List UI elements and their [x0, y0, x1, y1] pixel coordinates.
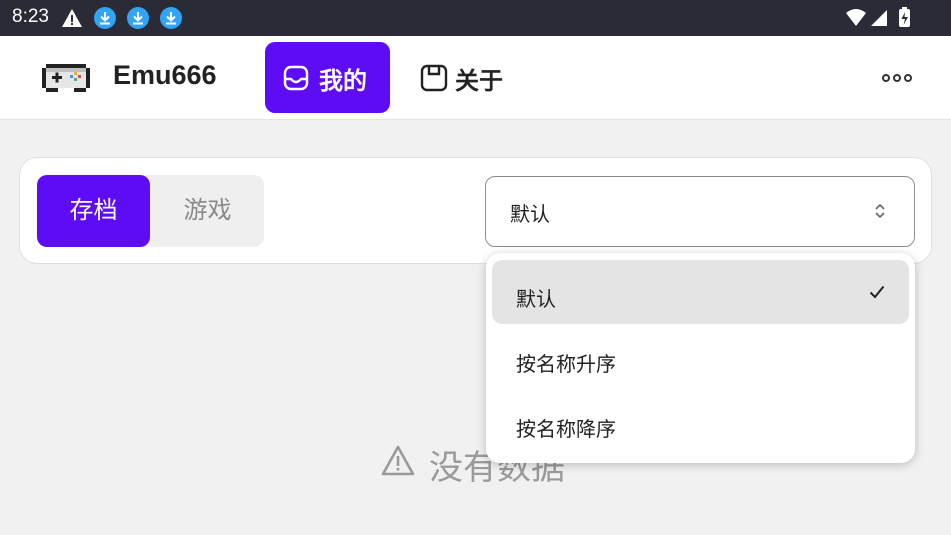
- sort-select[interactable]: 默认: [485, 176, 915, 247]
- nav-tab-mine[interactable]: 我的: [265, 42, 390, 113]
- segment-saves[interactable]: 存档: [37, 175, 150, 247]
- app-title: Emu666: [113, 60, 217, 90]
- more-dot-icon: [904, 74, 912, 82]
- more-dot-icon: [882, 74, 890, 82]
- gamepad-logo-icon: [38, 60, 94, 98]
- sort-option-default[interactable]: 默认: [492, 260, 909, 324]
- sort-select-value: 默认: [510, 202, 550, 226]
- warning-outline-icon: [380, 444, 416, 482]
- segmented-control: 存档 游戏: [37, 175, 264, 247]
- sort-option-label: 按名称降序: [516, 417, 616, 441]
- inbox-tray-icon: [283, 65, 309, 95]
- nav-tab-about[interactable]: 关于: [404, 42, 524, 113]
- more-dot-icon: [893, 74, 901, 82]
- sort-option-label: 默认: [516, 287, 556, 311]
- sort-dropdown-menu: 默认 按名称升序 按名称降序: [486, 253, 915, 463]
- save-disk-icon: [420, 64, 448, 96]
- status-bar: 8:23: [0, 0, 951, 36]
- sort-option-name-asc[interactable]: 按名称升序: [492, 325, 909, 389]
- filter-card: 存档 游戏 默认: [19, 157, 932, 264]
- status-right-icons: [845, 7, 915, 33]
- app-bar: Emu666 我的 关于: [0, 36, 951, 120]
- chevron-up-down-icon: [874, 202, 886, 224]
- download-icon: [94, 7, 116, 29]
- nav-tab-mine-label: 我的: [319, 67, 367, 95]
- warning-icon: [61, 8, 83, 32]
- sort-option-label: 按名称升序: [516, 352, 616, 376]
- status-time: 8:23: [12, 6, 49, 27]
- segment-games[interactable]: 游戏: [151, 175, 264, 247]
- signal-icon: [871, 10, 887, 26]
- download-icon: [127, 7, 149, 29]
- download-icon: [160, 7, 182, 29]
- more-options-button[interactable]: [876, 66, 918, 90]
- nav-tab-about-label: 关于: [455, 67, 503, 95]
- wifi-icon: [846, 9, 866, 26]
- check-icon: [869, 284, 885, 303]
- sort-option-name-desc[interactable]: 按名称降序: [492, 390, 909, 454]
